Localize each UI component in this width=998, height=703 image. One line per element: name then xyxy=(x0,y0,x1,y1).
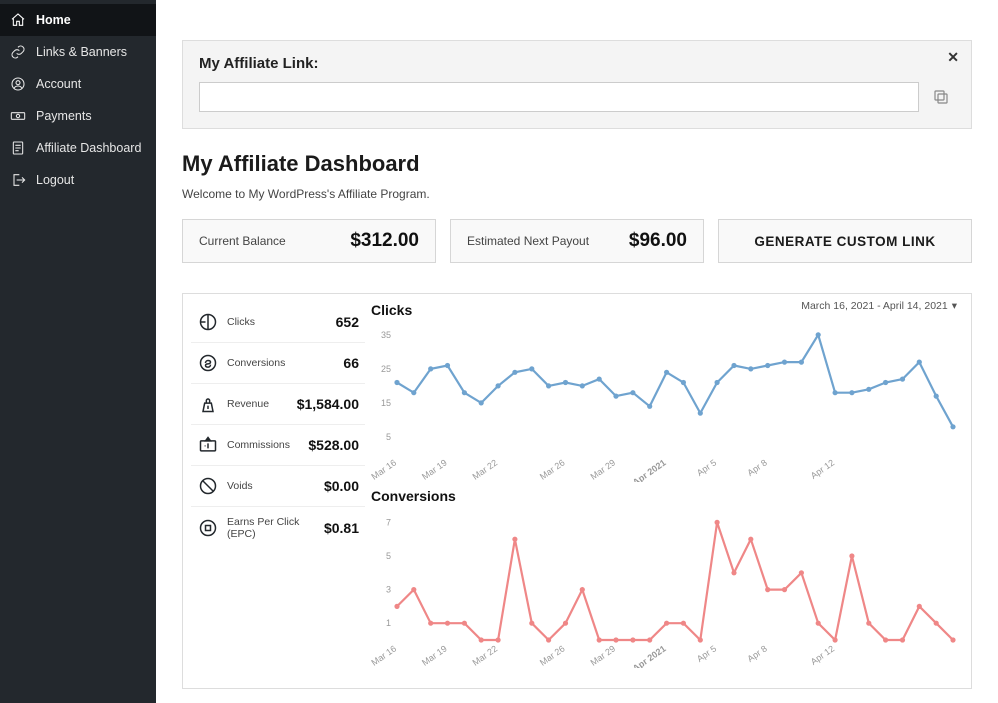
affiliate-link-title: My Affiliate Link: xyxy=(199,55,955,72)
stat-row-voids: Voids $0.00 xyxy=(191,466,365,507)
payout-value: $96.00 xyxy=(629,230,687,252)
chart-title: Conversions xyxy=(371,488,963,504)
epc-icon xyxy=(197,517,219,539)
stat-label: Clicks xyxy=(227,316,328,328)
stat-value: 652 xyxy=(336,314,359,330)
stat-row-revenue: Revenue $1,584.00 xyxy=(191,384,365,425)
stat-row-epc: Earns Per Click (EPC) $0.81 xyxy=(191,507,365,549)
sidebar-item-account[interactable]: Account xyxy=(0,68,156,100)
stat-label: Revenue xyxy=(227,398,289,410)
stat-value: $528.00 xyxy=(308,437,359,453)
generate-link-label: GENERATE CUSTOM LINK xyxy=(754,234,935,249)
svg-text:35: 35 xyxy=(381,330,391,340)
svg-text:Apr 8: Apr 8 xyxy=(745,457,768,478)
svg-text:Apr 5: Apr 5 xyxy=(695,643,718,664)
svg-text:25: 25 xyxy=(381,364,391,374)
sidebar-item-affiliate-dashboard[interactable]: Affiliate Dashboard xyxy=(0,132,156,164)
sidebar-item-label: Affiliate Dashboard xyxy=(36,141,141,155)
link-icon xyxy=(10,44,26,60)
stat-value: $0.81 xyxy=(324,520,359,536)
sidebar-item-label: Home xyxy=(36,13,71,27)
stat-label: Commissions xyxy=(227,439,300,451)
dashboard-panel: Clicks 652 Conversions 66 Revenue $1,584.00 Co… xyxy=(182,293,972,689)
sidebar-item-payments[interactable]: Payments xyxy=(0,100,156,132)
svg-text:Mar 26: Mar 26 xyxy=(538,457,567,481)
date-range-label: March 16, 2021 - April 14, 2021 xyxy=(801,300,948,312)
chart-svg: 5 15 25 35 Mar 16 Mar 19 Mar 22 Mar 26 Mar 29 Apr… xyxy=(371,322,961,482)
stat-value: $1,584.00 xyxy=(297,396,359,412)
stat-value: $0.00 xyxy=(324,478,359,494)
balance-value: $312.00 xyxy=(350,230,419,252)
page-title: My Affiliate Dashboard xyxy=(182,151,972,177)
svg-text:Apr 2021: Apr 2021 xyxy=(631,643,668,668)
user-icon xyxy=(10,76,26,92)
payout-label: Estimated Next Payout xyxy=(467,234,589,248)
svg-text:Apr 12: Apr 12 xyxy=(809,457,836,480)
date-range-picker[interactable]: March 16, 2021 - April 14, 2021 ▾ xyxy=(801,300,957,312)
affiliate-link-input[interactable] xyxy=(199,82,919,112)
doc-icon xyxy=(10,140,26,156)
charts-area: March 16, 2021 - April 14, 2021 ▾ Clicks… xyxy=(371,302,963,674)
sidebar-item-label: Logout xyxy=(36,173,74,187)
svg-text:Mar 22: Mar 22 xyxy=(471,643,500,667)
svg-text:Apr 5: Apr 5 xyxy=(695,457,718,478)
home-icon xyxy=(10,12,26,28)
clicks-icon xyxy=(197,311,219,333)
chart-svg: 1 3 5 7 Mar 16 Mar 19 Mar 22 Mar 26 Mar 29 Apr 20… xyxy=(371,508,961,668)
stat-row-clicks: Clicks 652 xyxy=(191,302,365,343)
svg-text:15: 15 xyxy=(381,398,391,408)
svg-text:5: 5 xyxy=(386,551,391,561)
welcome-text: Welcome to My WordPress's Affiliate Prog… xyxy=(182,187,972,201)
money-icon xyxy=(10,108,26,124)
svg-text:Mar 22: Mar 22 xyxy=(471,457,500,481)
logout-icon xyxy=(10,172,26,188)
balance-card: Current Balance $312.00 xyxy=(182,219,436,263)
close-icon[interactable]: ✕ xyxy=(947,49,959,66)
chart-conversions: Conversions 1 3 5 7 Mar 16 Mar 19 Mar 22 Mar 26 M… xyxy=(371,488,963,668)
payout-card: Estimated Next Payout $96.00 xyxy=(450,219,704,263)
voids-icon xyxy=(197,475,219,497)
svg-text:Mar 26: Mar 26 xyxy=(538,643,567,667)
svg-text:Mar 16: Mar 16 xyxy=(371,457,398,481)
svg-text:Apr 12: Apr 12 xyxy=(809,643,836,666)
sidebar: Home Links & Banners Account Payments Af… xyxy=(0,0,156,703)
affiliate-link-box: ✕ My Affiliate Link: xyxy=(182,40,972,129)
sidebar-item-label: Payments xyxy=(36,109,92,123)
sidebar-item-label: Account xyxy=(36,77,81,91)
svg-text:Mar 29: Mar 29 xyxy=(588,643,617,667)
svg-text:Mar 16: Mar 16 xyxy=(371,643,398,667)
sidebar-item-links-banners[interactable]: Links & Banners xyxy=(0,36,156,68)
stat-label: Earns Per Click (EPC) xyxy=(227,516,316,540)
stat-row-commissions: Commissions $528.00 xyxy=(191,425,365,466)
balance-label: Current Balance xyxy=(199,234,286,248)
svg-text:3: 3 xyxy=(386,585,391,595)
revenue-icon xyxy=(197,393,219,415)
svg-text:5: 5 xyxy=(386,432,391,442)
stat-label: Voids xyxy=(227,480,316,492)
svg-text:Mar 19: Mar 19 xyxy=(420,643,449,667)
svg-text:Apr 2021: Apr 2021 xyxy=(631,457,668,482)
sidebar-item-home[interactable]: Home xyxy=(0,4,156,36)
svg-text:1: 1 xyxy=(386,618,391,628)
stat-row-conversions: Conversions 66 xyxy=(191,343,365,384)
chart-clicks: Clicks5152535Mar 16Mar 19Mar 22Mar 26Mar… xyxy=(371,302,963,482)
stat-value: 66 xyxy=(343,355,359,371)
chevron-down-icon: ▾ xyxy=(952,300,957,312)
stats-list: Clicks 652 Conversions 66 Revenue $1,584.00 Co… xyxy=(191,302,365,674)
top-cards: Current Balance $312.00 Estimated Next P… xyxy=(182,219,972,263)
svg-text:Mar 29: Mar 29 xyxy=(588,457,617,481)
copy-icon[interactable] xyxy=(927,83,955,111)
sidebar-item-logout[interactable]: Logout xyxy=(0,164,156,196)
stat-label: Conversions xyxy=(227,357,335,369)
svg-text:Apr 8: Apr 8 xyxy=(745,643,768,664)
svg-text:Mar 19: Mar 19 xyxy=(420,457,449,481)
main-content: ✕ My Affiliate Link: My Affiliate Dashbo… xyxy=(156,0,998,703)
svg-text:7: 7 xyxy=(386,517,391,527)
generate-link-button[interactable]: GENERATE CUSTOM LINK xyxy=(718,219,972,263)
conversions-icon xyxy=(197,352,219,374)
commissions-icon xyxy=(197,434,219,456)
sidebar-item-label: Links & Banners xyxy=(36,45,127,59)
